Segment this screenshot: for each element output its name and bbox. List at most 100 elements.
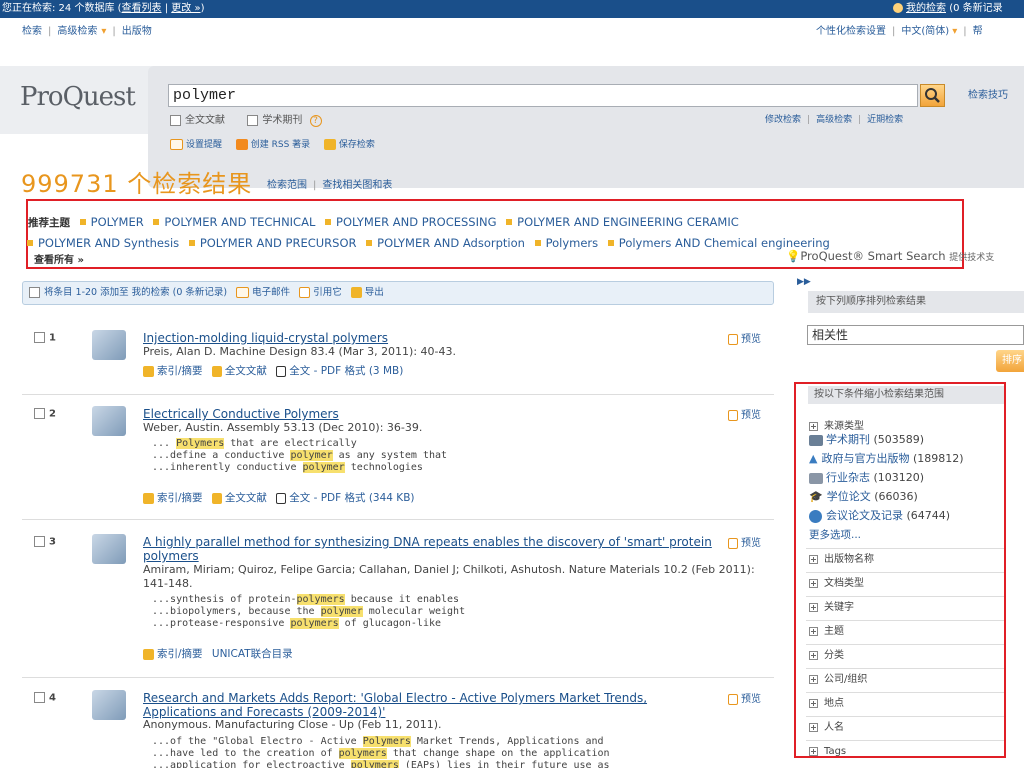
- source-government[interactable]: ▲ 政府与官方出版物 (189812): [809, 450, 964, 466]
- nav-publications[interactable]: 出版物: [122, 26, 152, 37]
- result-citation: Preis, Alan D. Machine Design 83.4 (Mar …: [143, 345, 457, 358]
- result-citation: Amiram, Miriam; Quiroz, Felipe Garcia; C…: [143, 563, 755, 590]
- result-checkbox[interactable]: [34, 332, 45, 343]
- abstract-link[interactable]: 索引/摘要: [157, 492, 203, 504]
- source-scholarly-journals[interactable]: 学术期刊 (503589): [809, 431, 924, 447]
- chevron-down-icon[interactable]: ▾: [101, 26, 106, 37]
- preview-link[interactable]: 预览: [728, 330, 761, 345]
- result-number: 3: [34, 536, 56, 548]
- my-search-link[interactable]: 我的检索: [906, 3, 946, 14]
- result-checkbox[interactable]: [34, 408, 45, 419]
- facet-keyword[interactable]: 关键字: [806, 596, 1004, 619]
- pdf-link[interactable]: 全文 - PDF 格式 (3 MB): [289, 365, 403, 377]
- search-scope-link[interactable]: 检索范围: [267, 180, 307, 191]
- result-title-link[interactable]: Research and Markets Adds Report: 'Globa…: [143, 691, 718, 719]
- result-title-link[interactable]: A highly parallel method for synthesizin…: [143, 535, 718, 563]
- fulltext-link[interactable]: 全文文献: [225, 365, 267, 377]
- facet-publication-title[interactable]: 出版物名称: [806, 548, 1004, 571]
- nav-right: 个性化检索设置 | 中文(简体) ▾ | 帮: [816, 26, 983, 37]
- fulltext-label: 全文文献: [185, 115, 225, 126]
- nav-language[interactable]: 中文(简体): [901, 26, 949, 37]
- rss-icon: [235, 139, 248, 150]
- create-rss-link[interactable]: 创建 RSS 著录: [251, 140, 310, 150]
- search-button[interactable]: [920, 84, 945, 107]
- preview-link[interactable]: 预览: [728, 690, 761, 705]
- change-databases-link[interactable]: 更改 »: [171, 3, 200, 14]
- unicat-link[interactable]: UNICAT联合目录: [212, 648, 293, 660]
- source-dissertations[interactable]: 🎓 学位论文 (66036): [809, 488, 918, 504]
- topic-link[interactable]: POLYMER AND Adsorption: [377, 236, 525, 250]
- nav-preferences[interactable]: 个性化检索设置: [816, 26, 886, 37]
- nav-basic-search[interactable]: 检索: [22, 26, 42, 37]
- topic-link[interactable]: POLYMER AND PROCESSING: [336, 215, 496, 229]
- sort-select[interactable]: 相关性: [807, 325, 1024, 345]
- help-icon[interactable]: ?: [309, 115, 322, 127]
- recent-searches-link[interactable]: 近期检索: [867, 115, 903, 125]
- facet-classification[interactable]: 分类: [806, 644, 1004, 667]
- preview-link[interactable]: 预览: [728, 534, 761, 549]
- result-checkbox[interactable]: [34, 536, 45, 547]
- abstract-icon: [143, 648, 154, 660]
- search-tips-link[interactable]: 检索技巧: [968, 86, 1008, 101]
- cite-link[interactable]: 引用它: [313, 287, 342, 298]
- result-count-links: 检索范围 | 查找相关图和表: [267, 180, 393, 191]
- more-options-link[interactable]: 更多选项...: [809, 527, 861, 542]
- recommended-row-1: 推荐主题 POLYMER POLYMER AND TECHNICAL POLYM…: [28, 212, 1024, 233]
- result-snippet: ... Polymers that are electrically: [152, 438, 357, 449]
- chevron-down-icon[interactable]: ▾: [952, 26, 957, 37]
- sort-button[interactable]: 排序: [996, 350, 1024, 372]
- source-conference-papers[interactable]: 会议论文及记录 (64744): [809, 507, 950, 523]
- conference-icon: [809, 509, 822, 523]
- result-checkbox[interactable]: [34, 692, 45, 703]
- source-type-heading[interactable]: 来源类型: [809, 417, 864, 432]
- export-link[interactable]: 导出: [365, 287, 384, 298]
- search-input[interactable]: polymer: [168, 84, 918, 107]
- nav-help[interactable]: 帮: [973, 26, 983, 37]
- view-list-link[interactable]: 查看列表: [122, 3, 162, 14]
- document-type-icon: [92, 690, 126, 720]
- result-title-link[interactable]: Injection-molding liquid-crystal polymer…: [143, 331, 718, 345]
- save-search-link[interactable]: 保存检索: [339, 140, 375, 150]
- lightbulb-icon: 💡: [786, 249, 801, 263]
- email-link[interactable]: 电子邮件: [252, 287, 290, 298]
- pdf-link[interactable]: 全文 - PDF 格式 (344 KB): [289, 492, 414, 504]
- set-alert-link[interactable]: 设置提醒: [186, 140, 222, 150]
- modify-search-link[interactable]: 修改检索: [765, 115, 801, 125]
- facet-tags[interactable]: Tags: [806, 740, 1004, 762]
- topic-link[interactable]: Polymers: [546, 236, 599, 250]
- result-number: 2: [34, 408, 56, 420]
- abstract-link[interactable]: 索引/摘要: [157, 648, 203, 660]
- facet-subject[interactable]: 主题: [806, 620, 1004, 643]
- result-number: 1: [34, 332, 56, 344]
- smart-search-credit: 💡ProQuest® Smart Search 提供技术支: [786, 249, 995, 263]
- topic-link[interactable]: POLYMER AND Synthesis: [38, 236, 179, 250]
- topic-link[interactable]: Polymers AND Chemical engineering: [619, 236, 830, 250]
- fulltext-checkbox[interactable]: [170, 114, 181, 126]
- preview-link[interactable]: 预览: [728, 406, 761, 421]
- fulltext-link[interactable]: 全文文献: [225, 492, 267, 504]
- advanced-search-link[interactable]: 高级检索: [816, 115, 852, 125]
- facet-company[interactable]: 公司/组织: [806, 668, 1004, 691]
- result-count-number: 999731: [21, 170, 119, 198]
- topic-link[interactable]: POLYMER: [91, 215, 144, 229]
- find-tables-link[interactable]: 查找相关图和表: [322, 180, 392, 191]
- pdf-icon: [276, 365, 287, 377]
- topic-link[interactable]: POLYMER AND PRECURSOR: [200, 236, 357, 250]
- result-title-link[interactable]: Electrically Conductive Polymers: [143, 407, 718, 421]
- nav-advanced-search[interactable]: 高级检索: [57, 26, 97, 37]
- top-nav: 检索 | 高级检索 ▾ | 出版物 个性化检索设置 | 中文(简体) ▾ | 帮: [0, 18, 1024, 46]
- facet-location[interactable]: 地点: [806, 692, 1004, 715]
- collapse-sidebar-icon[interactable]: ▶▶: [797, 277, 811, 287]
- topic-link[interactable]: POLYMER AND ENGINEERING CERAMIC: [517, 215, 739, 229]
- topic-link[interactable]: POLYMER AND TECHNICAL: [164, 215, 315, 229]
- abstract-link[interactable]: 索引/摘要: [157, 365, 203, 377]
- facet-person[interactable]: 人名: [806, 716, 1004, 739]
- document-type-icon: [92, 534, 126, 564]
- source-trade-journals[interactable]: 行业杂志 (103120): [809, 469, 924, 485]
- facet-document-type[interactable]: 文档类型: [806, 572, 1004, 595]
- proquest-logo[interactable]: ProQuest: [20, 82, 136, 112]
- result-snippet: ...protease-responsive polymers of gluca…: [152, 618, 442, 629]
- select-all-checkbox[interactable]: [29, 287, 40, 298]
- trade-icon: [809, 472, 823, 484]
- scholarly-checkbox[interactable]: [247, 114, 259, 126]
